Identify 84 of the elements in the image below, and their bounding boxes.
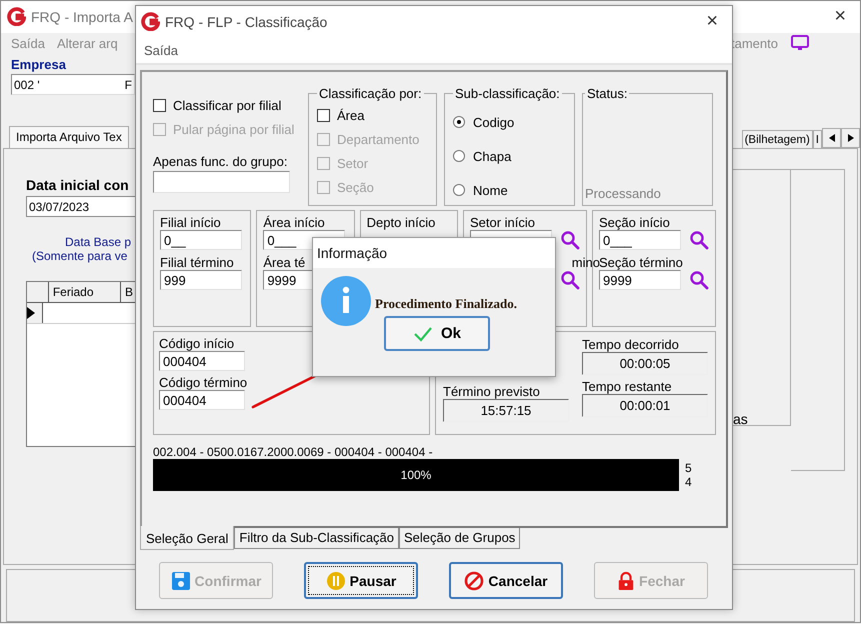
field-label: Seção término (598, 255, 684, 270)
group-title: Classificação por: (318, 86, 423, 101)
field-label: Filial término (160, 255, 235, 270)
input-field[interactable]: 9999 (598, 270, 681, 290)
field-label: Seção início (598, 215, 671, 230)
group-title: Status: (586, 86, 628, 101)
field-label: Setor início (470, 215, 536, 230)
field-label: Código início (159, 336, 236, 351)
checkbox-label: Setor (337, 156, 368, 170)
field-label: Depto início (366, 215, 436, 230)
radio-label: Nome (473, 182, 508, 198)
field-label: Apenas func. do grupo: (153, 154, 288, 169)
tab[interactable]: Seleção de Grupos (399, 528, 520, 549)
radio-button[interactable] (453, 116, 465, 128)
counter-text: 5 (685, 461, 692, 475)
menu-item[interactable]: Saída (144, 42, 178, 58)
input-field[interactable]: 0__ (160, 230, 242, 250)
input-field[interactable]: 0___ (598, 230, 681, 250)
window-title: FRQ - Importa A (31, 8, 133, 25)
company-field[interactable]: 002 ' F (11, 74, 135, 96)
field-label: Área té (263, 255, 306, 270)
close-icon[interactable]: × (820, 5, 860, 28)
cancel-button[interactable]: Cancelar (449, 562, 563, 599)
checkbox-label: Área (337, 108, 364, 122)
checkbox-label: Seção (337, 180, 374, 194)
search-icon[interactable] (688, 230, 709, 250)
lock-icon (617, 570, 636, 590)
radio-label: Chapa (473, 148, 512, 164)
row-pointer-icon (27, 307, 35, 320)
prohibited-icon (464, 570, 484, 590)
logo-icon (7, 7, 26, 26)
field-label: Data inicial con (26, 177, 130, 194)
close-icon[interactable]: × (692, 10, 732, 33)
status-text: Processando (585, 186, 662, 201)
tab[interactable]: Importa Arquivo Tex (9, 126, 129, 148)
field-label: Área início (263, 215, 326, 230)
tab[interactable]: Seleção Geral (140, 526, 234, 550)
search-icon[interactable] (560, 270, 580, 290)
field-label: Tempo restante (582, 379, 673, 394)
ok-button[interactable]: Ok (384, 316, 490, 351)
field-label: Empresa (11, 57, 67, 72)
radio-button[interactable] (453, 184, 465, 196)
progress-reading: 100% (400, 468, 432, 482)
time-field: 00:00:01 (582, 394, 708, 417)
radio-label: Codigo (473, 114, 514, 130)
checkbox-label: Departamento (337, 132, 420, 146)
scroll-right-icon[interactable] (841, 128, 860, 148)
scroll-left-icon[interactable] (822, 128, 841, 148)
window-title: FRQ - FLP - Classificação (165, 14, 328, 30)
progress-text: 002.004 - 0500.0167.2000.0069 - 000404 - 000404 - (153, 445, 434, 459)
pause-button[interactable]: Pausar (304, 562, 418, 599)
monitor-icon[interactable] (790, 34, 810, 52)
tab[interactable]: (Bilhetagem) (742, 130, 813, 148)
radio-button[interactable] (453, 150, 465, 162)
note-text: Data Base p (64, 235, 132, 250)
checkbox-label: Classificar por filial (173, 98, 282, 112)
search-icon[interactable] (560, 230, 580, 250)
info-icon (321, 276, 371, 326)
note-text: (Somente para ve (31, 249, 128, 264)
time-field: 00:00:05 (582, 352, 708, 375)
logo-icon (141, 12, 160, 31)
search-icon[interactable] (688, 270, 709, 290)
label-text: as (733, 411, 748, 428)
date-field[interactable]: 03/07/2023 (26, 196, 138, 218)
input-field[interactable]: 999 (160, 270, 242, 290)
time-field: 15:57:15 (443, 399, 569, 422)
checkbox-label: Pular página por filial (173, 122, 294, 136)
input-field[interactable]: 000404 (159, 390, 245, 410)
field-label: Tempo decorrido (582, 337, 680, 352)
field-label: mino (572, 255, 600, 270)
group-title: Sub-classificação: (454, 86, 561, 101)
field-label: Filial início (160, 215, 222, 230)
column-header[interactable]: Feriado (48, 282, 121, 302)
check-icon (412, 326, 433, 342)
group-field[interactable] (153, 171, 290, 193)
input-field[interactable]: 000404 (159, 351, 245, 371)
checkbox[interactable] (153, 98, 166, 112)
field-label: Código término (159, 375, 248, 390)
checkbox[interactable] (317, 108, 330, 122)
counter-text: 4 (685, 475, 692, 489)
message-text: Procedimento Finalizado. (375, 295, 518, 312)
field-label: Término previsto (443, 384, 541, 399)
pause-icon (326, 570, 346, 590)
tab[interactable]: Filtro da Sub-Classificação (234, 528, 400, 549)
